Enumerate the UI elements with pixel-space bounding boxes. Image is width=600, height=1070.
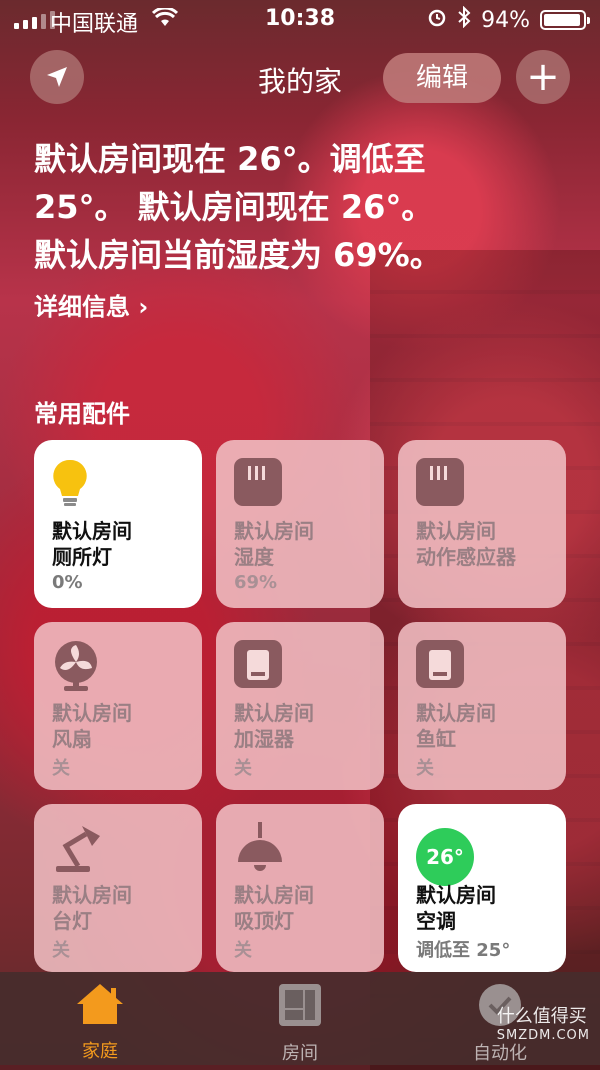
humidity-sensor-icon <box>234 458 282 506</box>
home-icon <box>77 984 123 1024</box>
page-title: 我的家 <box>257 65 342 98</box>
tile-room: 默认房间 <box>234 883 314 907</box>
add-button[interactable]: + <box>516 50 570 104</box>
accessory-tile[interactable]: 默认房间 加湿器 关 <box>216 622 384 790</box>
desk-lamp-icon <box>52 822 104 878</box>
tile-status: 69% <box>234 572 278 593</box>
tile-status: 关 <box>416 758 434 779</box>
summary-line: 默认房间当前湿度为 69%。 <box>34 236 442 274</box>
tile-room: 默认房间 <box>52 883 132 907</box>
fan-icon <box>52 640 100 696</box>
tile-status: 关 <box>234 940 252 961</box>
tile-name: 吸顶灯 <box>234 909 294 933</box>
ceiling-lamp-icon <box>234 822 286 878</box>
accessory-tile[interactable]: 默认房间 鱼缸 关 <box>398 622 566 790</box>
thermostat-icon: 26° <box>416 828 474 886</box>
tile-name: 加湿器 <box>234 727 294 751</box>
tile-room: 默认房间 <box>52 519 132 543</box>
tile-status: 关 <box>234 758 252 779</box>
tile-status: 关 <box>52 940 70 961</box>
home-summary: 默认房间现在 26°。调低至 25°。 默认房间现在 26°。 默认房间当前湿度… <box>34 135 574 279</box>
bluetooth-icon <box>457 5 471 34</box>
tile-status: 0% <box>52 572 83 593</box>
tile-name: 风扇 <box>52 727 92 751</box>
accessory-tile[interactable]: 默认房间 风扇 关 <box>34 622 202 790</box>
accessory-tile[interactable]: 默认房间 动作感应器 <box>398 440 566 608</box>
favorites-section-title: 常用配件 <box>34 400 130 428</box>
tile-room: 默认房间 <box>234 701 314 725</box>
tab-bar: 家庭 房间 自动化 什么值得买 SMZDM.COM <box>0 972 600 1065</box>
tab-rooms[interactable]: 房间 <box>240 982 360 1065</box>
accessory-tile[interactable]: 默认房间 吸顶灯 关 <box>216 804 384 972</box>
rooms-icon <box>279 984 321 1026</box>
tile-room: 默认房间 <box>416 519 496 543</box>
tile-room: 默认房间 <box>416 701 496 725</box>
edit-button[interactable]: 编辑 <box>383 53 501 103</box>
tile-room: 默认房间 <box>234 519 314 543</box>
accessory-tile[interactable]: 默认房间 厕所灯 0% <box>34 440 202 608</box>
summary-line: 默认房间现在 26°。调低至 <box>34 140 426 178</box>
watermark-logo: 什么值得买 SMZDM.COM <box>497 1002 590 1043</box>
details-link[interactable]: 详细信息 › <box>34 287 148 322</box>
watermark-domain: SMZDM.COM <box>496 1028 590 1043</box>
tab-label: 家庭 <box>82 1041 118 1062</box>
battery-icon <box>540 10 590 30</box>
accessory-tile[interactable]: 默认房间 台灯 关 <box>34 804 202 972</box>
tile-name: 空调 <box>416 909 456 933</box>
tile-name: 动作感应器 <box>416 545 516 569</box>
alarm-icon <box>427 7 447 33</box>
bulb-icon <box>52 458 88 514</box>
motion-sensor-icon <box>416 458 464 506</box>
tab-label: 房间 <box>282 1043 318 1064</box>
plus-icon: + <box>526 54 560 100</box>
accessory-tile[interactable]: 26° 默认房间 空调 调低至 25° <box>398 804 566 972</box>
tile-name: 鱼缸 <box>416 727 456 751</box>
nav-bar: 我的家 编辑 + <box>0 50 600 106</box>
tile-status: 关 <box>52 758 70 779</box>
tile-room: 默认房间 <box>416 883 496 907</box>
battery-percent: 94% <box>481 7 530 33</box>
tab-home[interactable]: 家庭 <box>40 982 160 1063</box>
switch-icon <box>416 640 464 688</box>
tile-name: 厕所灯 <box>52 545 112 569</box>
tile-room: 默认房间 <box>52 701 132 725</box>
tile-name: 台灯 <box>52 909 92 933</box>
status-bar: 中国联通 10:38 94% <box>0 0 600 40</box>
switch-icon <box>234 640 282 688</box>
tile-status: 调低至 25° <box>416 940 511 961</box>
accessory-tile[interactable]: 默认房间 湿度 69% <box>216 440 384 608</box>
watermark-text: 什么值得买 <box>496 1006 587 1027</box>
summary-line: 25°。 默认房间现在 26°。 <box>34 188 434 226</box>
tile-name: 湿度 <box>234 545 274 569</box>
